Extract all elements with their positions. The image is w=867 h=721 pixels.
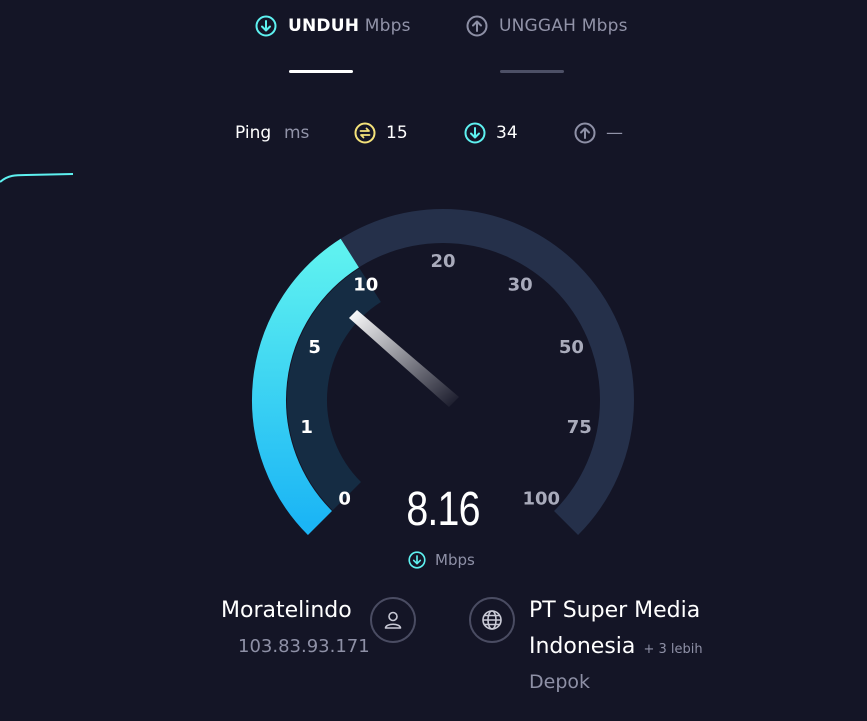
tab-download-unit: Mbps [364, 16, 411, 36]
tab-upload-unit: Mbps [581, 16, 628, 36]
more-servers-link[interactable]: + 3 lebih [643, 642, 702, 657]
ping-download-icon [464, 122, 486, 149]
gauge-tick-label: 75 [567, 417, 592, 438]
ping-upload-value: — [606, 123, 623, 143]
gauge-tick-label: 50 [559, 337, 584, 358]
tab-upload[interactable]: UNGGAH Mbps [466, 14, 656, 74]
tab-download-label: UNDUH [288, 16, 360, 36]
tab-download[interactable]: UNDUH Mbps [255, 14, 425, 74]
tab-upload-underline [500, 70, 564, 73]
tab-download-underline [289, 70, 353, 73]
server-info[interactable]: PT Super Media Indonesia + 3 lebih Depok [528, 596, 748, 701]
tab-upload-label: UNGGAH [499, 16, 577, 36]
gauge-tick-label: 1 [300, 417, 313, 438]
ping-idle-icon [354, 122, 376, 149]
ping-row: Ping ms 15 34 — [235, 122, 655, 148]
current-speed-wrap: 8.16 [343, 482, 543, 537]
provider-name: Moratelindo [221, 598, 352, 623]
ping-upload-icon [574, 122, 596, 149]
ping-unit: ms [284, 123, 310, 143]
server-name-line2: Indonesia [529, 634, 636, 659]
speed-unit-download-icon [408, 551, 426, 573]
current-speed-value: 8.16 [406, 483, 480, 536]
gauge-tick-label: 30 [508, 274, 533, 295]
ping-label: Ping [235, 123, 272, 143]
user-icon [370, 597, 416, 643]
ping-download-value: 34 [496, 123, 518, 143]
ping-idle-value: 15 [386, 123, 408, 143]
gauge-tick-label: 20 [430, 251, 455, 272]
upload-icon [466, 15, 488, 41]
server-location: Depok [529, 671, 591, 693]
gauge-tick-label: 10 [353, 274, 378, 295]
gauge-tick-label: 5 [308, 337, 321, 358]
server-name-line1: PT Super Media [529, 598, 701, 623]
download-icon [255, 15, 277, 41]
provider-ip: 103.83.93.171 [238, 636, 370, 657]
gauge-needle [349, 310, 459, 407]
speed-unit-label: Mbps [435, 551, 475, 569]
speed-graph-line [0, 173, 74, 183]
globe-icon [469, 597, 515, 643]
